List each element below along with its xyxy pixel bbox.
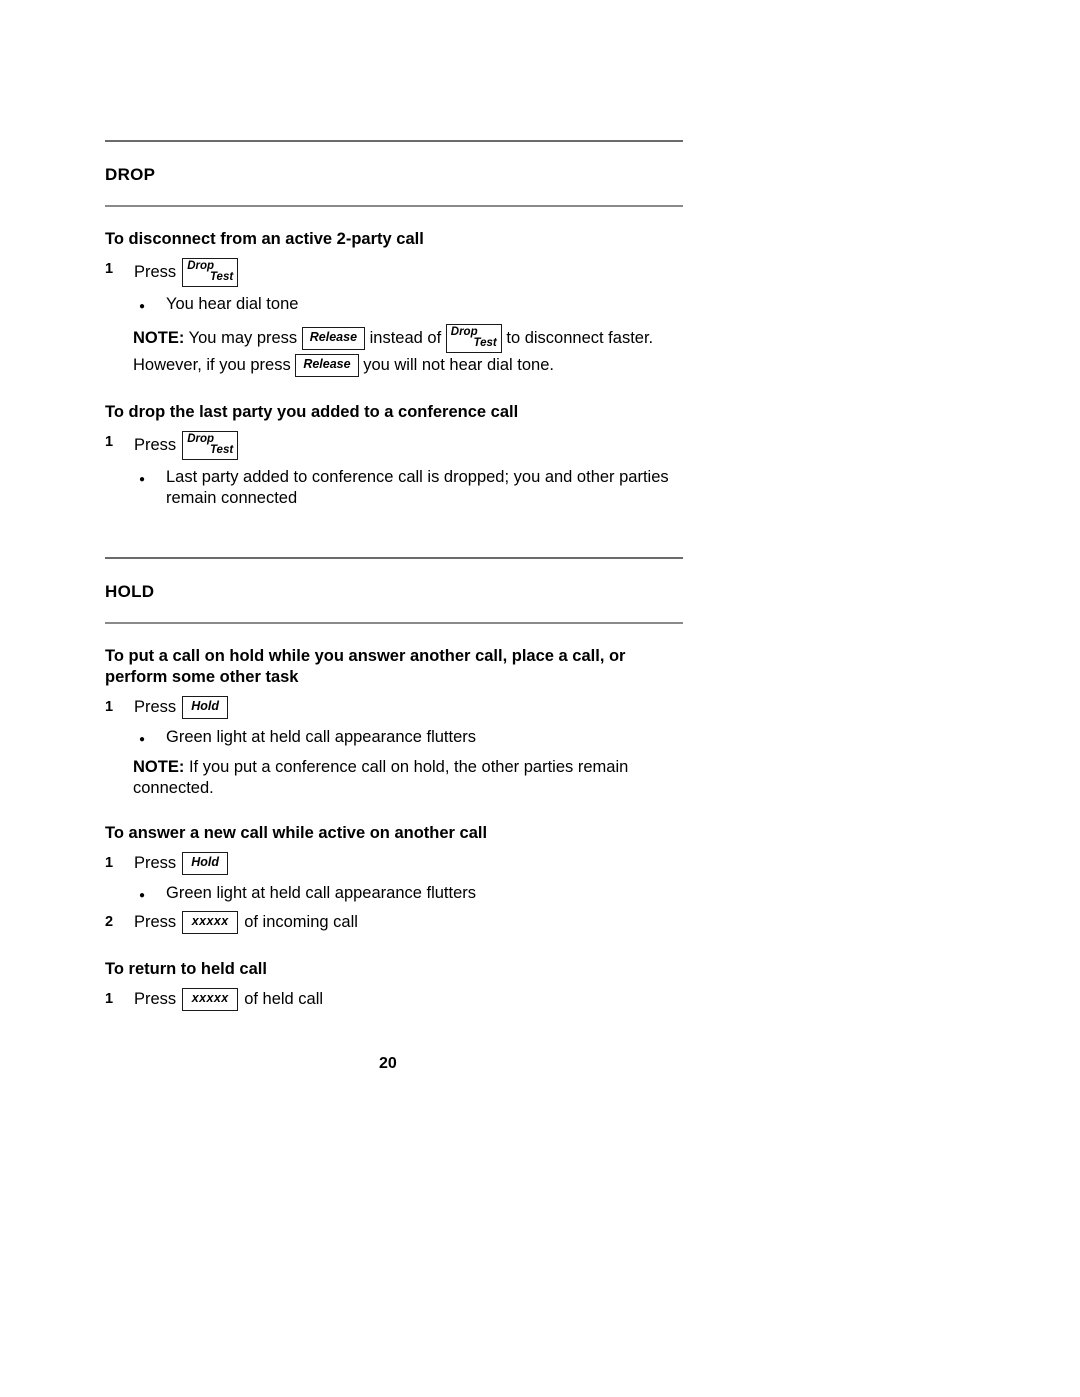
step-number: 1 <box>105 855 114 872</box>
press-label: Press <box>134 698 177 717</box>
procedure-heading-answer-new-call: To answer a new call while active on ano… <box>105 824 488 843</box>
step-row: 1 Press Drop Test <box>105 428 683 462</box>
key-label-release: Release <box>303 357 351 372</box>
procedure-heading-return-to-held-call: To return to held call <box>105 959 267 978</box>
press-label: Press <box>134 436 177 455</box>
bullet-text: Green light at held call appearance flut… <box>166 884 477 903</box>
bullet-dot-icon <box>105 727 166 749</box>
page-number: 20 <box>379 1055 397 1072</box>
step-body: Press Hold <box>134 852 228 875</box>
key-label-test: Test <box>209 271 234 284</box>
procedure-heading-drop-last-party: To drop the last party you added to a co… <box>105 402 519 421</box>
page-content: DROP To disconnect from an active 2-part… <box>105 140 683 1014</box>
press-label: Press <box>134 263 177 282</box>
procedure-heading-put-call-on-hold: To put a call on hold while you answer a… <box>105 646 626 687</box>
step-number: 2 <box>105 913 114 930</box>
key-drop-test-button[interactable]: Drop Test <box>182 431 239 461</box>
step-number: 1 <box>105 261 114 278</box>
press-label: Press <box>134 990 177 1009</box>
step-suffix-text: of incoming call <box>244 913 358 932</box>
note-text-part4: you will not hear dial tone. <box>363 355 554 374</box>
bullet-dot-icon <box>105 883 166 905</box>
step-row: 1 Press xxxxx of held call <box>105 985 683 1014</box>
note-disconnect-2party: NOTE: You may press Release instead of D… <box>105 319 683 380</box>
section-title-hold: HOLD <box>105 581 155 601</box>
document-page: DROP To disconnect from an active 2-part… <box>0 0 1080 1397</box>
step-body: Press Drop Test <box>134 431 239 461</box>
note-put-call-on-hold: NOTE: If you put a conference call on ho… <box>105 752 683 801</box>
bullet-dot-icon <box>105 294 166 316</box>
step-suffix-text: of held call <box>244 990 324 1009</box>
key-label-hold: Hold <box>191 699 219 714</box>
step-body: Press xxxxx of held call <box>134 988 329 1011</box>
bullet-item: Green light at held call appearance flut… <box>105 878 683 908</box>
step-body: Press Drop Test <box>134 258 239 288</box>
note-label: NOTE: <box>133 328 185 347</box>
key-label-release: Release <box>309 329 358 344</box>
bullet-item: Green light at held call appearance flut… <box>105 722 683 752</box>
step-row: 2 Press xxxxx of incoming call <box>105 908 683 937</box>
bullet-text: You hear dial tone <box>166 295 299 314</box>
key-call-appearance-button[interactable]: xxxxx <box>182 910 239 934</box>
note-text-part1: You may press <box>188 328 298 347</box>
note-text-part2: instead of <box>369 328 442 347</box>
key-call-appearance-button[interactable]: xxxxx <box>182 988 239 1011</box>
key-release-button[interactable]: Release <box>295 354 359 377</box>
key-label-xxxxx: xxxxx <box>191 913 229 928</box>
step-body: Press xxxxx of incoming call <box>134 910 364 934</box>
press-label: Press <box>134 913 177 932</box>
press-label: Press <box>134 854 177 873</box>
step-number: 1 <box>105 434 114 451</box>
key-release-button[interactable]: Release <box>301 326 366 350</box>
key-label-test: Test <box>209 444 234 457</box>
key-hold-button[interactable]: Hold <box>182 852 228 875</box>
step-row: 1 Press Drop Test <box>105 255 683 289</box>
step-number: 1 <box>105 699 114 716</box>
key-label-hold: Hold <box>191 855 219 870</box>
section-title-drop: DROP <box>105 165 156 184</box>
step-row: 1 Press Hold <box>105 693 683 722</box>
step-number: 1 <box>105 991 114 1008</box>
note-label: NOTE: <box>133 757 185 776</box>
procedure-heading-disconnect-2party: To disconnect from an active 2-party cal… <box>105 230 424 248</box>
step-row: 1 Press Hold <box>105 849 683 878</box>
bullet-text: Green light at held call appearance flut… <box>166 728 477 747</box>
bullet-text: Last party added to conference call is d… <box>166 468 669 508</box>
bullet-item: Last party added to conference call is d… <box>105 462 683 513</box>
bullet-item: You hear dial tone <box>105 289 683 319</box>
step-body: Press Hold <box>134 696 228 719</box>
key-drop-test-button[interactable]: Drop Test <box>182 258 239 288</box>
key-label-test: Test <box>473 336 497 349</box>
bullet-dot-icon <box>105 467 166 489</box>
key-hold-button[interactable]: Hold <box>182 696 228 719</box>
key-label-xxxxx: xxxxx <box>191 991 229 1006</box>
note-text: If you put a conference call on hold, th… <box>133 757 629 797</box>
key-drop-test-button[interactable]: Drop Test <box>445 323 502 353</box>
